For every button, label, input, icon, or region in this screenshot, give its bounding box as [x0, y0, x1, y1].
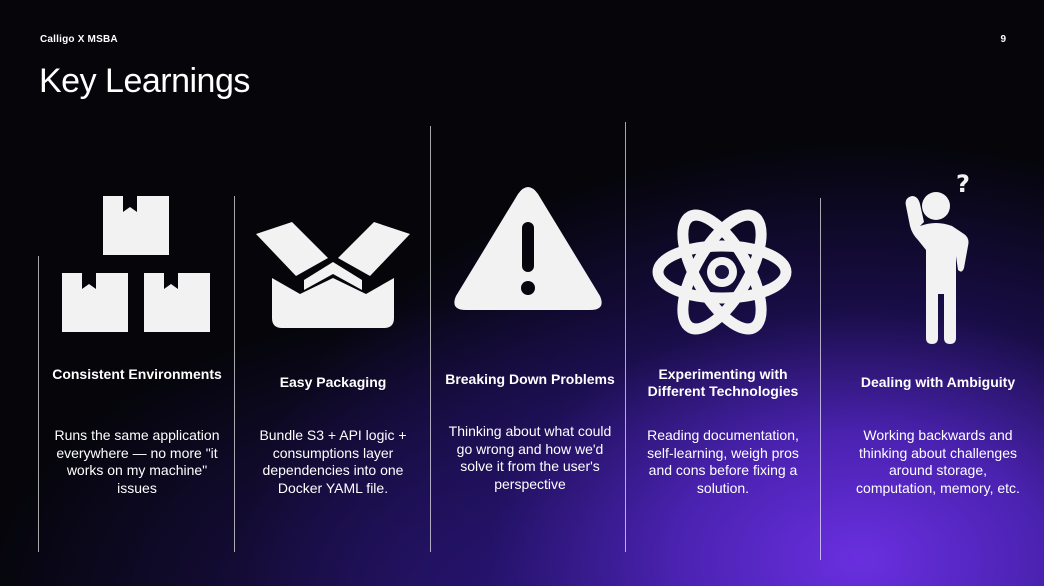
column-heading: Breaking Down Problems [445, 371, 615, 387]
column-heading: Easy Packaging [279, 374, 387, 390]
header-label: Calligo X MSBA [40, 34, 118, 45]
divider [820, 198, 821, 560]
column-heading: Experimenting with Different Technologie… [647, 366, 799, 399]
page-number: 9 [1000, 34, 1006, 45]
column-body: Working backwards and thinking about cha… [856, 427, 1020, 496]
svg-text:?: ? [956, 170, 970, 198]
page-title: Key Learnings [39, 62, 250, 100]
column-body: Thinking about what could go wrong and h… [448, 423, 612, 492]
divider [38, 256, 39, 552]
column-body: Bundle S3 + API logic + consumptions lay… [259, 427, 407, 496]
atom-icon [652, 209, 792, 335]
open-box-icon [256, 222, 410, 328]
column-body: Runs the same application everywhere — n… [54, 427, 220, 496]
column-heading: Dealing with Ambiguity [860, 374, 1016, 390]
column-body: Reading documentation, self-learning, we… [647, 427, 799, 496]
warning-icon [454, 187, 602, 310]
divider [625, 122, 626, 552]
stacked-boxes-icon [62, 196, 210, 332]
divider [234, 196, 235, 552]
divider [430, 126, 431, 552]
column-heading: Consistent Environments [52, 366, 222, 382]
confused-person-icon: ? [905, 170, 970, 344]
